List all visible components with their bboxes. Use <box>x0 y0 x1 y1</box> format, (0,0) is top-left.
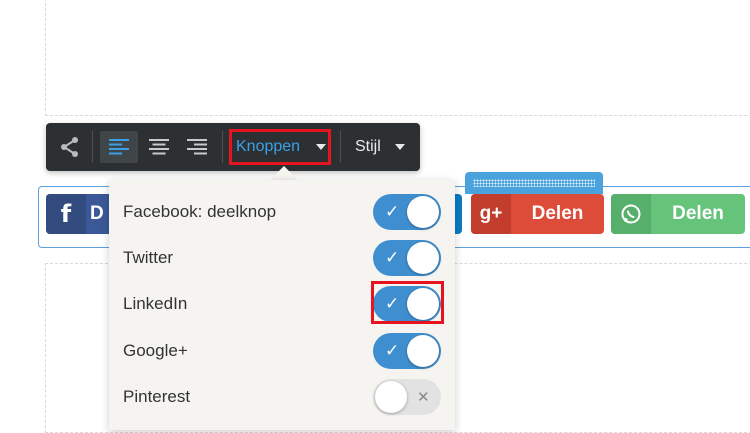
item-label: Google+ <box>123 341 188 360</box>
toggle-knob <box>407 335 439 367</box>
item-label: Facebook: deelknop <box>123 202 277 221</box>
toggle-knob <box>407 196 439 228</box>
facebook-icon: f <box>46 194 86 234</box>
align-right-icon[interactable] <box>178 123 216 171</box>
whatsapp-share-label: Delen <box>672 203 724 224</box>
dropdown-pointer <box>270 166 298 180</box>
stijl-dropdown-button[interactable]: Stijl <box>355 123 381 171</box>
item-label: Twitter <box>123 248 174 267</box>
toolbar-divider <box>340 131 341 163</box>
item-label: LinkedIn <box>123 294 188 313</box>
check-icon: ✓ <box>385 248 400 268</box>
chevron-down-icon <box>316 144 326 150</box>
grip-dots-icon <box>473 179 595 187</box>
block-toolbar: Knoppen Stijl <box>46 123 420 171</box>
dropdown-item-googleplus: Google+ ✓ <box>109 328 455 374</box>
item-label: Pinterest <box>123 387 191 406</box>
chevron-down-icon <box>395 144 405 150</box>
content-block-top <box>45 0 750 116</box>
check-icon: ✓ <box>385 202 400 222</box>
googleplus-share-button[interactable]: g+ Delen <box>471 194 604 234</box>
googleplus-share-label: Delen <box>531 203 584 224</box>
dropdown-item-twitter: Twitter ✓ <box>109 235 455 281</box>
align-center-icon[interactable] <box>140 123 178 171</box>
close-icon: ✕ <box>417 388 430 406</box>
dropdown-item-facebook: Facebook: deelknop ✓ <box>109 189 455 235</box>
facebook-toggle[interactable]: ✓ <box>373 194 441 230</box>
googleplus-icon: g+ <box>471 194 511 234</box>
googleplus-toggle[interactable]: ✓ <box>373 333 441 369</box>
twitter-toggle[interactable]: ✓ <box>373 240 441 276</box>
knoppen-dropdown-button[interactable]: Knoppen <box>236 123 300 171</box>
linkedin-toggle-highlight <box>371 281 444 324</box>
check-icon: ✓ <box>385 341 400 361</box>
toolbar-divider <box>222 131 223 163</box>
pinterest-toggle[interactable]: ✕ <box>373 379 441 415</box>
share-icon[interactable] <box>56 123 84 171</box>
whatsapp-icon <box>611 194 651 234</box>
drag-handle[interactable] <box>465 172 603 194</box>
toggle-knob <box>375 381 407 413</box>
toolbar-divider <box>92 131 93 163</box>
align-left-icon[interactable] <box>100 123 138 171</box>
whatsapp-share-button[interactable]: Delen <box>611 194 745 234</box>
dropdown-item-pinterest: Pinterest ✕ <box>109 374 455 420</box>
toggle-knob <box>407 242 439 274</box>
